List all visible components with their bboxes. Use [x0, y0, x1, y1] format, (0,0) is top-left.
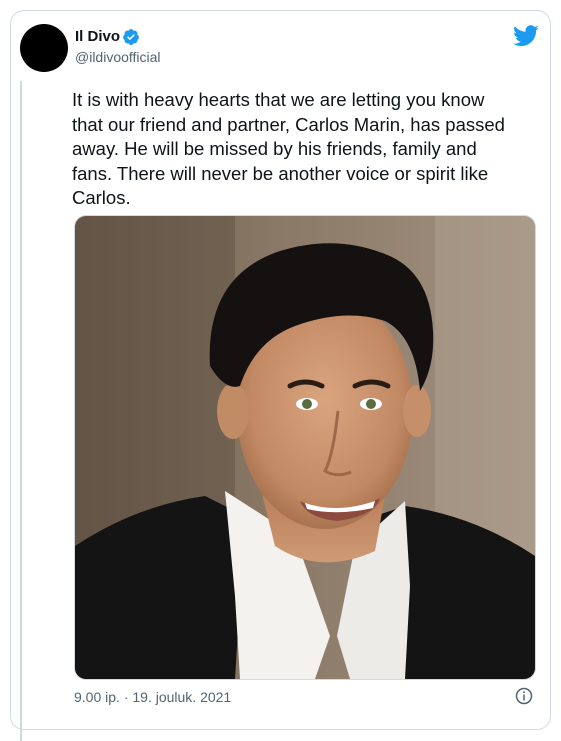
tweet-card: Il Divo @ildivoofficial It is with heavy…	[10, 10, 551, 741]
portrait-photo[interactable]	[74, 215, 536, 680]
tweet-text: It is with heavy hearts that we are lett…	[72, 89, 505, 208]
info-icon[interactable]	[515, 687, 533, 705]
timestamp[interactable]: 9.00 ip. · 19. jouluk. 2021	[74, 688, 231, 706]
thread-line	[20, 81, 22, 741]
display-name[interactable]: Il Divo	[75, 27, 120, 47]
avatar[interactable]	[20, 24, 68, 72]
verified-badge-icon	[123, 29, 139, 45]
handle[interactable]: @ildivoofficial	[75, 48, 161, 66]
twitter-bird-icon[interactable]	[513, 25, 539, 47]
